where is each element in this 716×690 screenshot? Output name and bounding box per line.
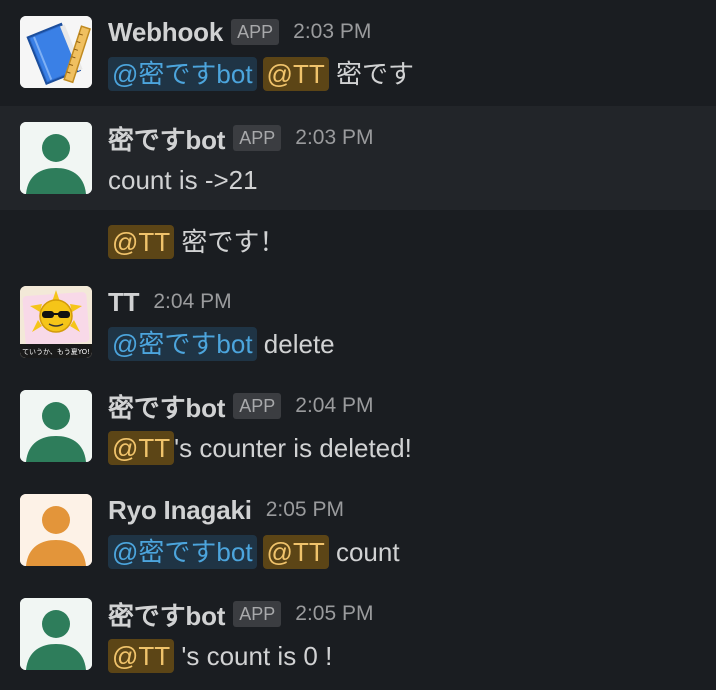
message-bot-deleted[interactable]: 密ですbot APP 2:04 PM @TT's counter is dele… (0, 374, 716, 478)
book-ruler-icon (20, 16, 92, 88)
user-mention[interactable]: @TT (108, 225, 175, 259)
message-bot-count[interactable]: 密ですbot APP 2:03 PM count is ->21 (0, 106, 716, 210)
bot-mention[interactable]: @密ですbot (108, 535, 257, 569)
message-text: 's count is 0 ! (181, 641, 333, 671)
message-text: 密です！ (181, 227, 286, 257)
app-badge: APP (231, 19, 280, 45)
user-mention[interactable]: @TT (108, 639, 175, 673)
message-content: 密ですbot APP 2:04 PM @TT's counter is dele… (108, 388, 706, 466)
timestamp[interactable]: 2:05 PM (266, 498, 344, 522)
message-header: 密ですbot APP 2:04 PM (108, 388, 706, 424)
message-header: Webhook APP 2:03 PM (108, 14, 706, 50)
message-feed: Webhook APP 2:03 PM @密ですbot @TT 密です 密ですbo… (0, 0, 716, 690)
message-text: count (335, 537, 400, 567)
webhook-avatar[interactable] (20, 16, 92, 88)
app-badge: APP (233, 125, 282, 151)
message-body: @密ですbot @TT count (108, 534, 706, 570)
bot-mention[interactable]: @密ですbot (108, 327, 257, 361)
message-header: Ryo Inagaki 2:05 PM (108, 492, 706, 528)
avatar-caption: ていうか、もう夏YO! (22, 348, 90, 356)
message-webhook[interactable]: Webhook APP 2:03 PM @密ですbot @TT 密です (0, 0, 716, 104)
sender-name[interactable]: Ryo Inagaki (108, 495, 252, 526)
sender-name[interactable]: 密ですbot (108, 388, 225, 425)
default-user-icon (20, 598, 92, 670)
bot-mention[interactable]: @密ですbot (108, 57, 257, 91)
message-ryo[interactable]: Ryo Inagaki 2:05 PM @密ですbot @TT count (0, 478, 716, 582)
bot-avatar[interactable] (20, 122, 92, 194)
tt-avatar[interactable]: ていうか、もう夏YO! (20, 286, 92, 358)
message-continuation[interactable]: @TT 密です！ (108, 224, 285, 260)
user-mention[interactable]: @TT (262, 57, 329, 91)
timestamp[interactable]: 2:04 PM (295, 394, 373, 418)
user-mention[interactable]: @TT (108, 431, 175, 465)
message-text: count is ->21 (108, 165, 258, 195)
sender-name[interactable]: TT (108, 287, 140, 318)
default-user-icon (20, 494, 92, 566)
timestamp[interactable]: 2:05 PM (295, 602, 373, 626)
message-content: 密ですbot APP 2:05 PM @TT 's count is 0 ! (108, 596, 706, 674)
default-user-icon (20, 122, 92, 194)
message-body: @密ですbot delete (108, 326, 706, 362)
default-user-icon (20, 390, 92, 462)
bot-avatar[interactable] (20, 390, 92, 462)
message-header: 密ですbot APP 2:03 PM (108, 120, 706, 156)
message-tt[interactable]: ていうか、もう夏YO! TT 2:04 PM @密ですbot delete (0, 270, 716, 374)
bot-avatar[interactable] (20, 598, 92, 670)
message-body: @TT 's count is 0 ! (108, 638, 706, 674)
sun-sunglasses-icon: ていうか、もう夏YO! (20, 286, 92, 358)
message-content: Ryo Inagaki 2:05 PM @密ですbot @TT count (108, 492, 706, 570)
sender-name[interactable]: 密ですbot (108, 120, 225, 157)
timestamp[interactable]: 2:03 PM (295, 126, 373, 150)
timestamp[interactable]: 2:03 PM (293, 20, 371, 44)
user-mention[interactable]: @TT (262, 535, 329, 569)
message-header: 密ですbot APP 2:05 PM (108, 596, 706, 632)
ryo-avatar[interactable] (20, 494, 92, 566)
message-bot-zero[interactable]: 密ですbot APP 2:05 PM @TT 's count is 0 ! (0, 582, 716, 690)
message-content: TT 2:04 PM @密ですbot delete (108, 284, 706, 362)
message-body: @TT's counter is deleted! (108, 430, 706, 466)
app-badge: APP (233, 393, 282, 419)
message-text: 密です (335, 59, 414, 89)
message-text: 's counter is deleted! (174, 433, 412, 463)
message-text: delete (263, 329, 335, 359)
app-badge: APP (233, 601, 282, 627)
sender-name[interactable]: Webhook (108, 17, 223, 48)
message-body: @密ですbot @TT 密です (108, 56, 706, 92)
sender-name[interactable]: 密ですbot (108, 596, 225, 633)
message-header: TT 2:04 PM (108, 284, 706, 320)
message-content: 密ですbot APP 2:03 PM count is ->21 (108, 120, 706, 198)
message-body: count is ->21 (108, 162, 706, 198)
timestamp[interactable]: 2:04 PM (153, 290, 231, 314)
message-content: Webhook APP 2:03 PM @密ですbot @TT 密です (108, 14, 706, 92)
